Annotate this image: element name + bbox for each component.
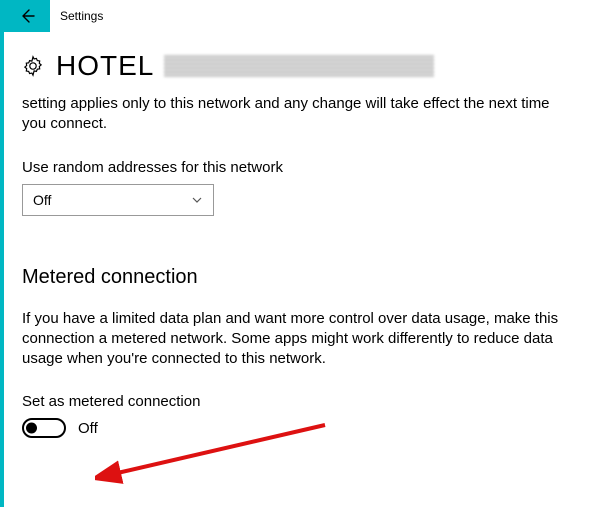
metered-description: If you have a limited data plan and want… [22, 309, 574, 370]
gear-icon [22, 55, 44, 77]
accent-stripe [0, 0, 4, 507]
random-addresses-label: Use random addresses for this network [22, 159, 574, 176]
network-heading: HOTEL [22, 50, 574, 82]
network-name: HOTEL [56, 50, 154, 82]
chevron-down-icon [191, 194, 203, 206]
redacted-text [164, 55, 434, 77]
back-button[interactable] [4, 0, 50, 32]
back-arrow-icon [18, 7, 36, 25]
titlebar: Settings [0, 0, 596, 32]
dropdown-value: Off [33, 192, 51, 208]
random-addresses-dropdown[interactable]: Off [22, 184, 214, 216]
metered-toggle-state: Off [78, 420, 98, 437]
network-description: setting applies only to this network and… [22, 94, 574, 135]
toggle-knob [26, 423, 37, 434]
metered-section-title: Metered connection [22, 266, 574, 289]
window-title: Settings [60, 9, 103, 23]
metered-toggle-label: Set as metered connection [22, 393, 574, 410]
metered-toggle[interactable] [22, 418, 66, 438]
